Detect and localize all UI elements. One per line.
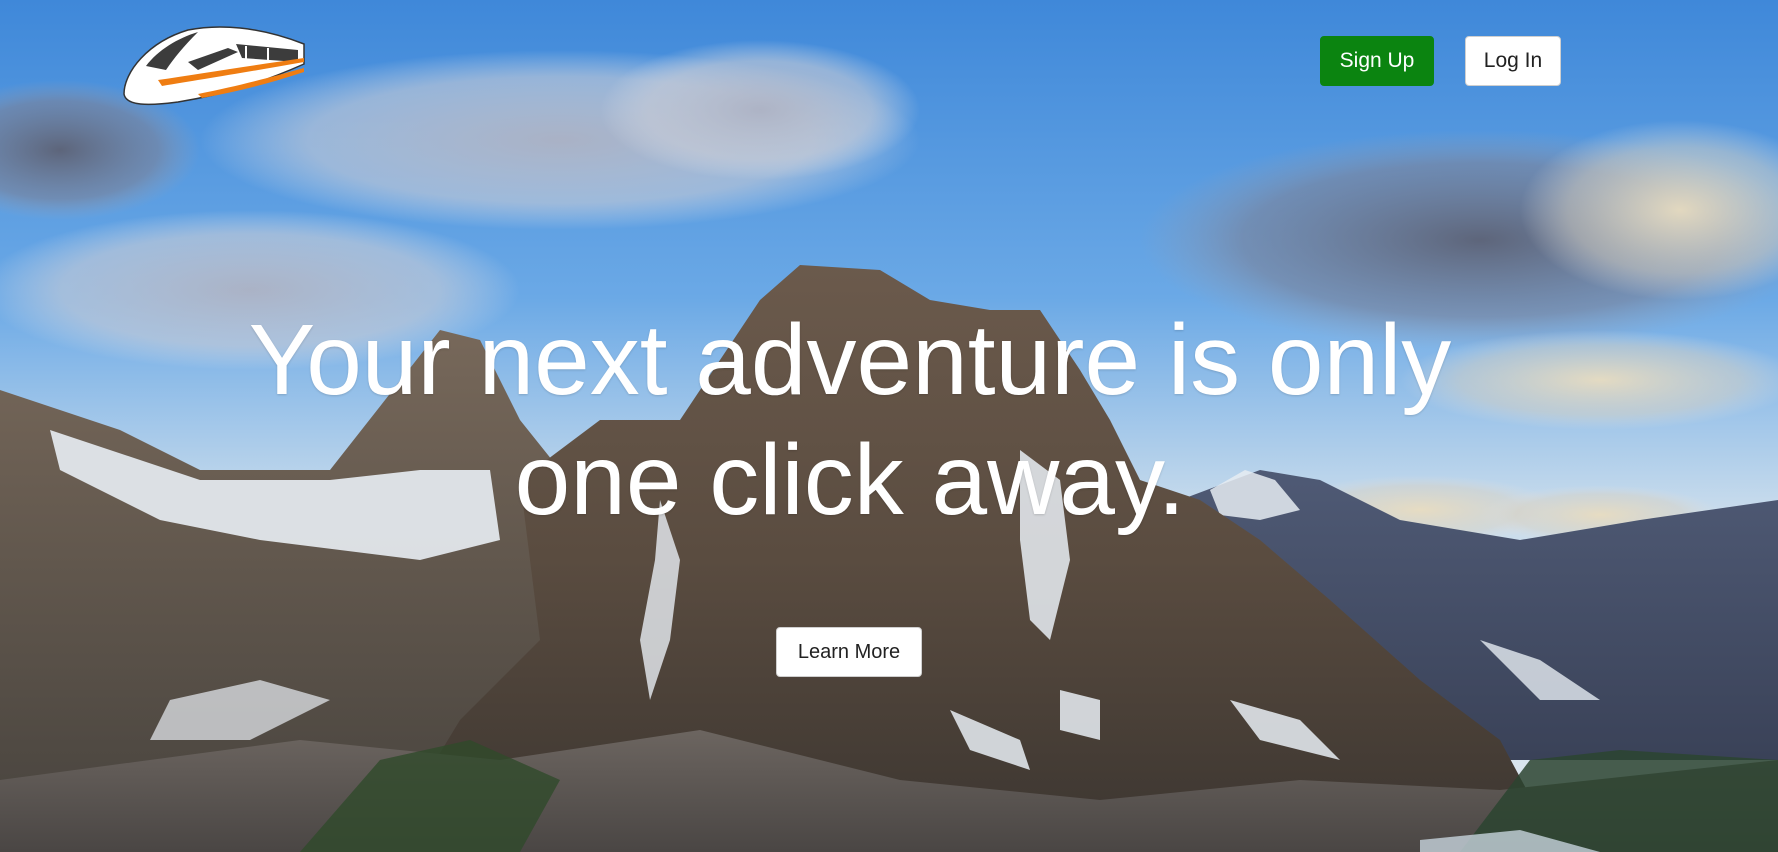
hero-headline-line1: Your next adventure is only <box>248 304 1452 416</box>
hero-headline: Your next adventure is only one click aw… <box>100 300 1600 540</box>
hero-headline-line2: one click away. <box>514 424 1186 536</box>
train-logo-icon[interactable] <box>118 22 306 110</box>
login-button[interactable]: Log In <box>1465 36 1561 86</box>
learn-more-button[interactable]: Learn More <box>776 627 922 677</box>
hero-section: Sign Up Log In Your next adventure is on… <box>0 0 1778 852</box>
signup-button[interactable]: Sign Up <box>1320 36 1434 86</box>
